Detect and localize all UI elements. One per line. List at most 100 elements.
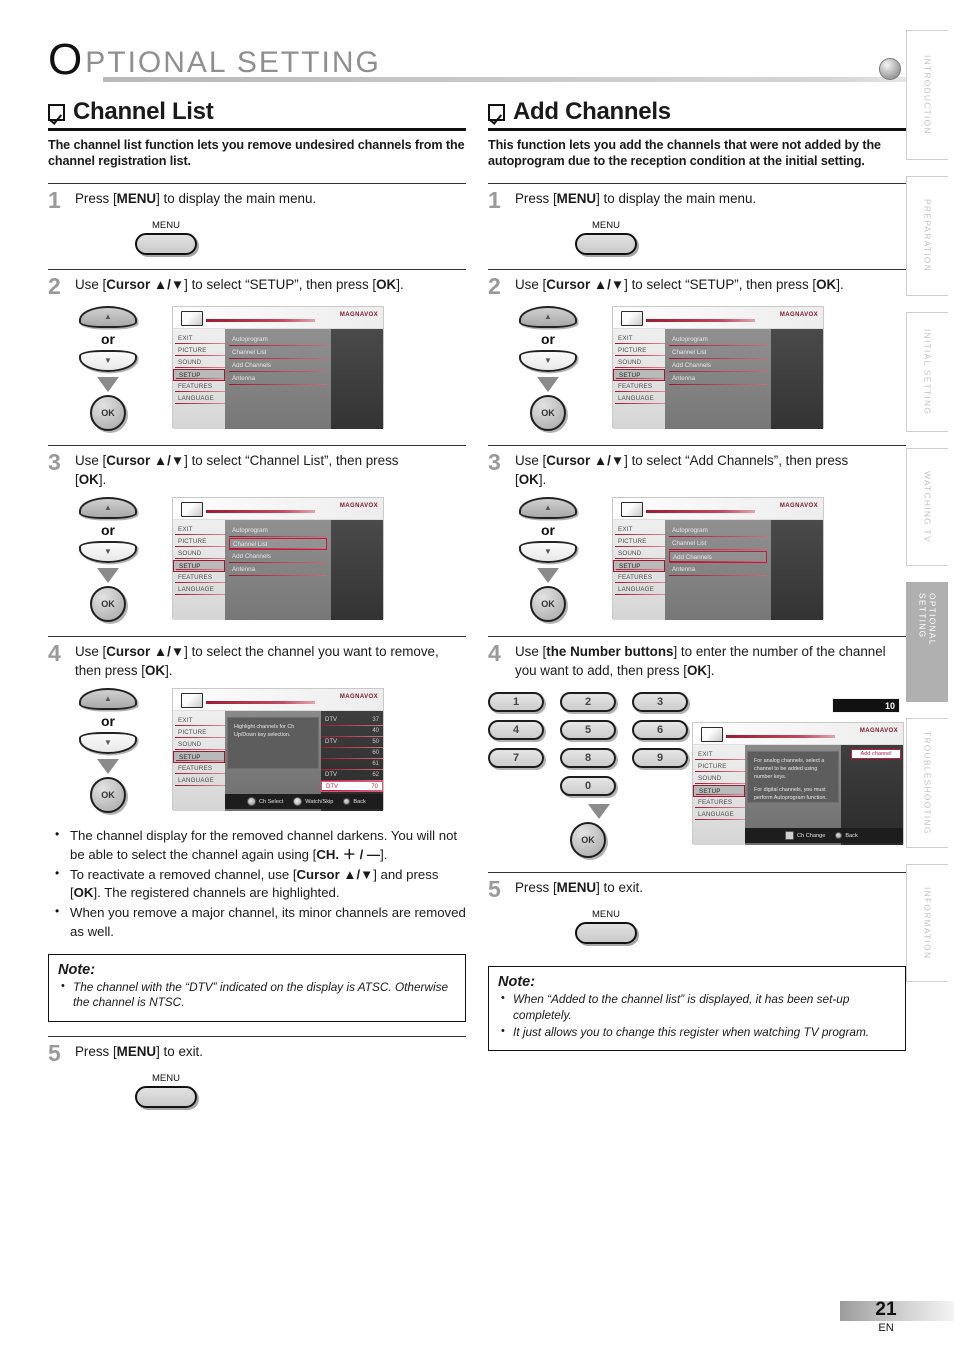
osd-menu-picture[interactable]: PICTURE [173,345,225,357]
osd-main-menu[interactable]: EXIT PICTURE SOUND SETUP FEATURES LANGUA… [173,329,225,430]
cursor-down-button[interactable]: ▼ [79,732,137,755]
osd-menu-picture[interactable]: PICTURE [173,536,225,548]
osd-menu-setup[interactable]: SETUP [173,560,225,573]
osd-item-autoprogram[interactable]: Autoprogram [229,525,327,538]
cursor-up-button[interactable]: ▲ [79,688,137,711]
osd-menu-features[interactable]: FEATURES [613,381,665,393]
cursor-down-button[interactable]: ▼ [79,350,137,373]
channel-row-selected[interactable]: DTV 70 [321,781,383,793]
osd-menu-sound[interactable]: SOUND [693,773,745,785]
osd-item-channel-list[interactable]: Channel List [669,538,767,551]
osd-menu-features[interactable]: FEATURES [173,381,225,393]
osd-main-menu[interactable]: EXIT PICTURE SOUND SETUP FEATURES LANGUA… [693,745,745,846]
cursor-up-button[interactable]: ▲ [79,306,137,329]
osd-menu-picture[interactable]: PICTURE [613,345,665,357]
number-key-3[interactable]: 3 [632,692,688,713]
cursor-up-button[interactable]: ▲ [519,306,577,329]
osd-menu-picture[interactable]: PICTURE [613,536,665,548]
ok-button[interactable]: OK [90,586,126,623]
channel-row[interactable]: 60 [321,748,383,760]
sidebar-tab-watching-tv[interactable]: WATCHING TV [906,448,948,566]
osd-menu-setup[interactable]: SETUP [173,369,225,382]
osd-item-channel-list[interactable]: Channel List [669,347,767,360]
footer-ch-change[interactable]: Ch Change [785,831,825,841]
osd-submenu[interactable]: Autoprogram Channel List Add Channels An… [225,329,331,430]
osd-menu-exit[interactable]: EXIT [173,715,225,727]
osd-menu-features[interactable]: FEATURES [613,572,665,584]
osd-item-channel-list[interactable]: Channel List [229,347,327,360]
menu-button-group[interactable]: MENU [128,1073,204,1108]
osd-submenu[interactable]: Autoprogram Channel List Add Channels An… [665,520,771,621]
sidebar-tab-troubleshooting[interactable]: TROUBLESHOOTING [906,718,948,848]
osd-menu-language[interactable]: LANGUAGE [693,809,745,821]
osd-menu-language[interactable]: LANGUAGE [613,584,665,596]
osd-item-antenna[interactable]: Antenna [669,564,767,577]
menu-button[interactable] [575,233,637,256]
cursor-button-group[interactable]: ▲ or ▼ OK [48,688,168,814]
osd-menu-sound[interactable]: SOUND [613,357,665,369]
menu-button-group[interactable]: MENU [568,220,644,256]
osd-menu-exit[interactable]: EXIT [693,749,745,761]
sidebar-tab-optional-setting[interactable]: OPTIONAL SETTING [906,582,948,702]
menu-button[interactable] [135,233,197,256]
channel-row[interactable]: 40 [321,726,383,738]
cursor-down-button[interactable]: ▼ [519,350,577,373]
osd-menu-setup[interactable]: SETUP [613,560,665,573]
footer-watch-skip[interactable]: Watch/Skip [293,797,333,807]
number-key-6[interactable]: 6 [632,720,688,741]
number-key-5[interactable]: 5 [560,720,616,741]
osd-main-menu[interactable]: EXIT PICTURE SOUND SETUP FEATURES LANGUA… [173,520,225,621]
number-key-1[interactable]: 1 [488,692,544,713]
osd-menu-exit[interactable]: EXIT [173,524,225,536]
osd-menu-setup[interactable]: SETUP [613,369,665,382]
osd-item-autoprogram[interactable]: Autoprogram [669,334,767,347]
menu-button-group[interactable]: MENU [128,220,204,256]
cursor-button-group[interactable]: ▲ or ▼ OK [488,497,608,623]
osd-menu-language[interactable]: LANGUAGE [173,393,225,405]
osd-item-autoprogram[interactable]: Autoprogram [229,334,327,347]
osd-item-add-channels[interactable]: Add Channels [669,360,767,373]
osd-item-add-channels[interactable]: Add Channels [229,360,327,373]
osd-menu-language[interactable]: LANGUAGE [173,775,225,787]
channel-row[interactable]: 61 [321,759,383,771]
menu-button-group[interactable]: MENU [568,909,644,945]
osd-item-add-channels[interactable]: Add Channels [669,551,767,564]
sidebar-tab-introduction[interactable]: INTRODUCTION [906,30,948,160]
sidebar-tab-information[interactable]: INFORMATION [906,864,948,982]
menu-button[interactable] [135,1086,197,1108]
osd-item-antenna[interactable]: Antenna [669,373,767,386]
osd-menu-exit[interactable]: EXIT [613,524,665,536]
channel-row[interactable]: DTV 37 [321,715,383,727]
osd-menu-setup[interactable]: SETUP [173,751,225,764]
cursor-down-button[interactable]: ▼ [519,541,577,564]
osd-menu-setup[interactable]: SETUP [693,785,745,798]
channel-row[interactable]: DTV 62 [321,770,383,782]
cursor-up-button[interactable]: ▲ [79,497,137,520]
osd-item-antenna[interactable]: Antenna [229,373,327,386]
osd-menu-picture[interactable]: PICTURE [173,727,225,739]
number-key-7[interactable]: 7 [488,748,544,769]
ok-button[interactable]: OK [570,822,606,859]
footer-back[interactable]: Back [343,798,366,806]
osd-item-autoprogram[interactable]: Autoprogram [669,525,767,538]
cursor-down-button[interactable]: ▼ [79,541,137,564]
osd-main-menu[interactable]: EXIT PICTURE SOUND SETUP FEATURES LANGUA… [613,520,665,621]
osd-submenu[interactable]: Autoprogram Channel List Add Channels An… [225,520,331,621]
ok-button[interactable]: OK [530,395,566,432]
cursor-up-button[interactable]: ▲ [519,497,577,520]
osd-menu-features[interactable]: FEATURES [173,763,225,775]
osd-menu-exit[interactable]: EXIT [173,333,225,345]
footer-back[interactable]: Back [835,832,858,840]
sidebar-tab-preparation[interactable]: PREPARATION [906,176,948,296]
osd-item-add-channels[interactable]: Add Channels [229,551,327,564]
osd-main-menu[interactable]: EXIT PICTURE SOUND SETUP FEATURES LANGUA… [613,329,665,430]
number-key-0[interactable]: 0 [560,776,616,797]
number-key-9[interactable]: 9 [632,748,688,769]
cursor-button-group[interactable]: ▲ or ▼ OK [488,306,608,432]
number-buttons-group[interactable]: 1 2 3 4 5 6 7 8 9 0 OK [488,692,688,859]
number-key-4[interactable]: 4 [488,720,544,741]
number-key-2[interactable]: 2 [560,692,616,713]
number-key-8[interactable]: 8 [560,748,616,769]
osd-main-menu[interactable]: EXIT PICTURE SOUND SETUP FEATURES LANGUA… [173,711,225,812]
osd-item-antenna[interactable]: Antenna [229,564,327,577]
